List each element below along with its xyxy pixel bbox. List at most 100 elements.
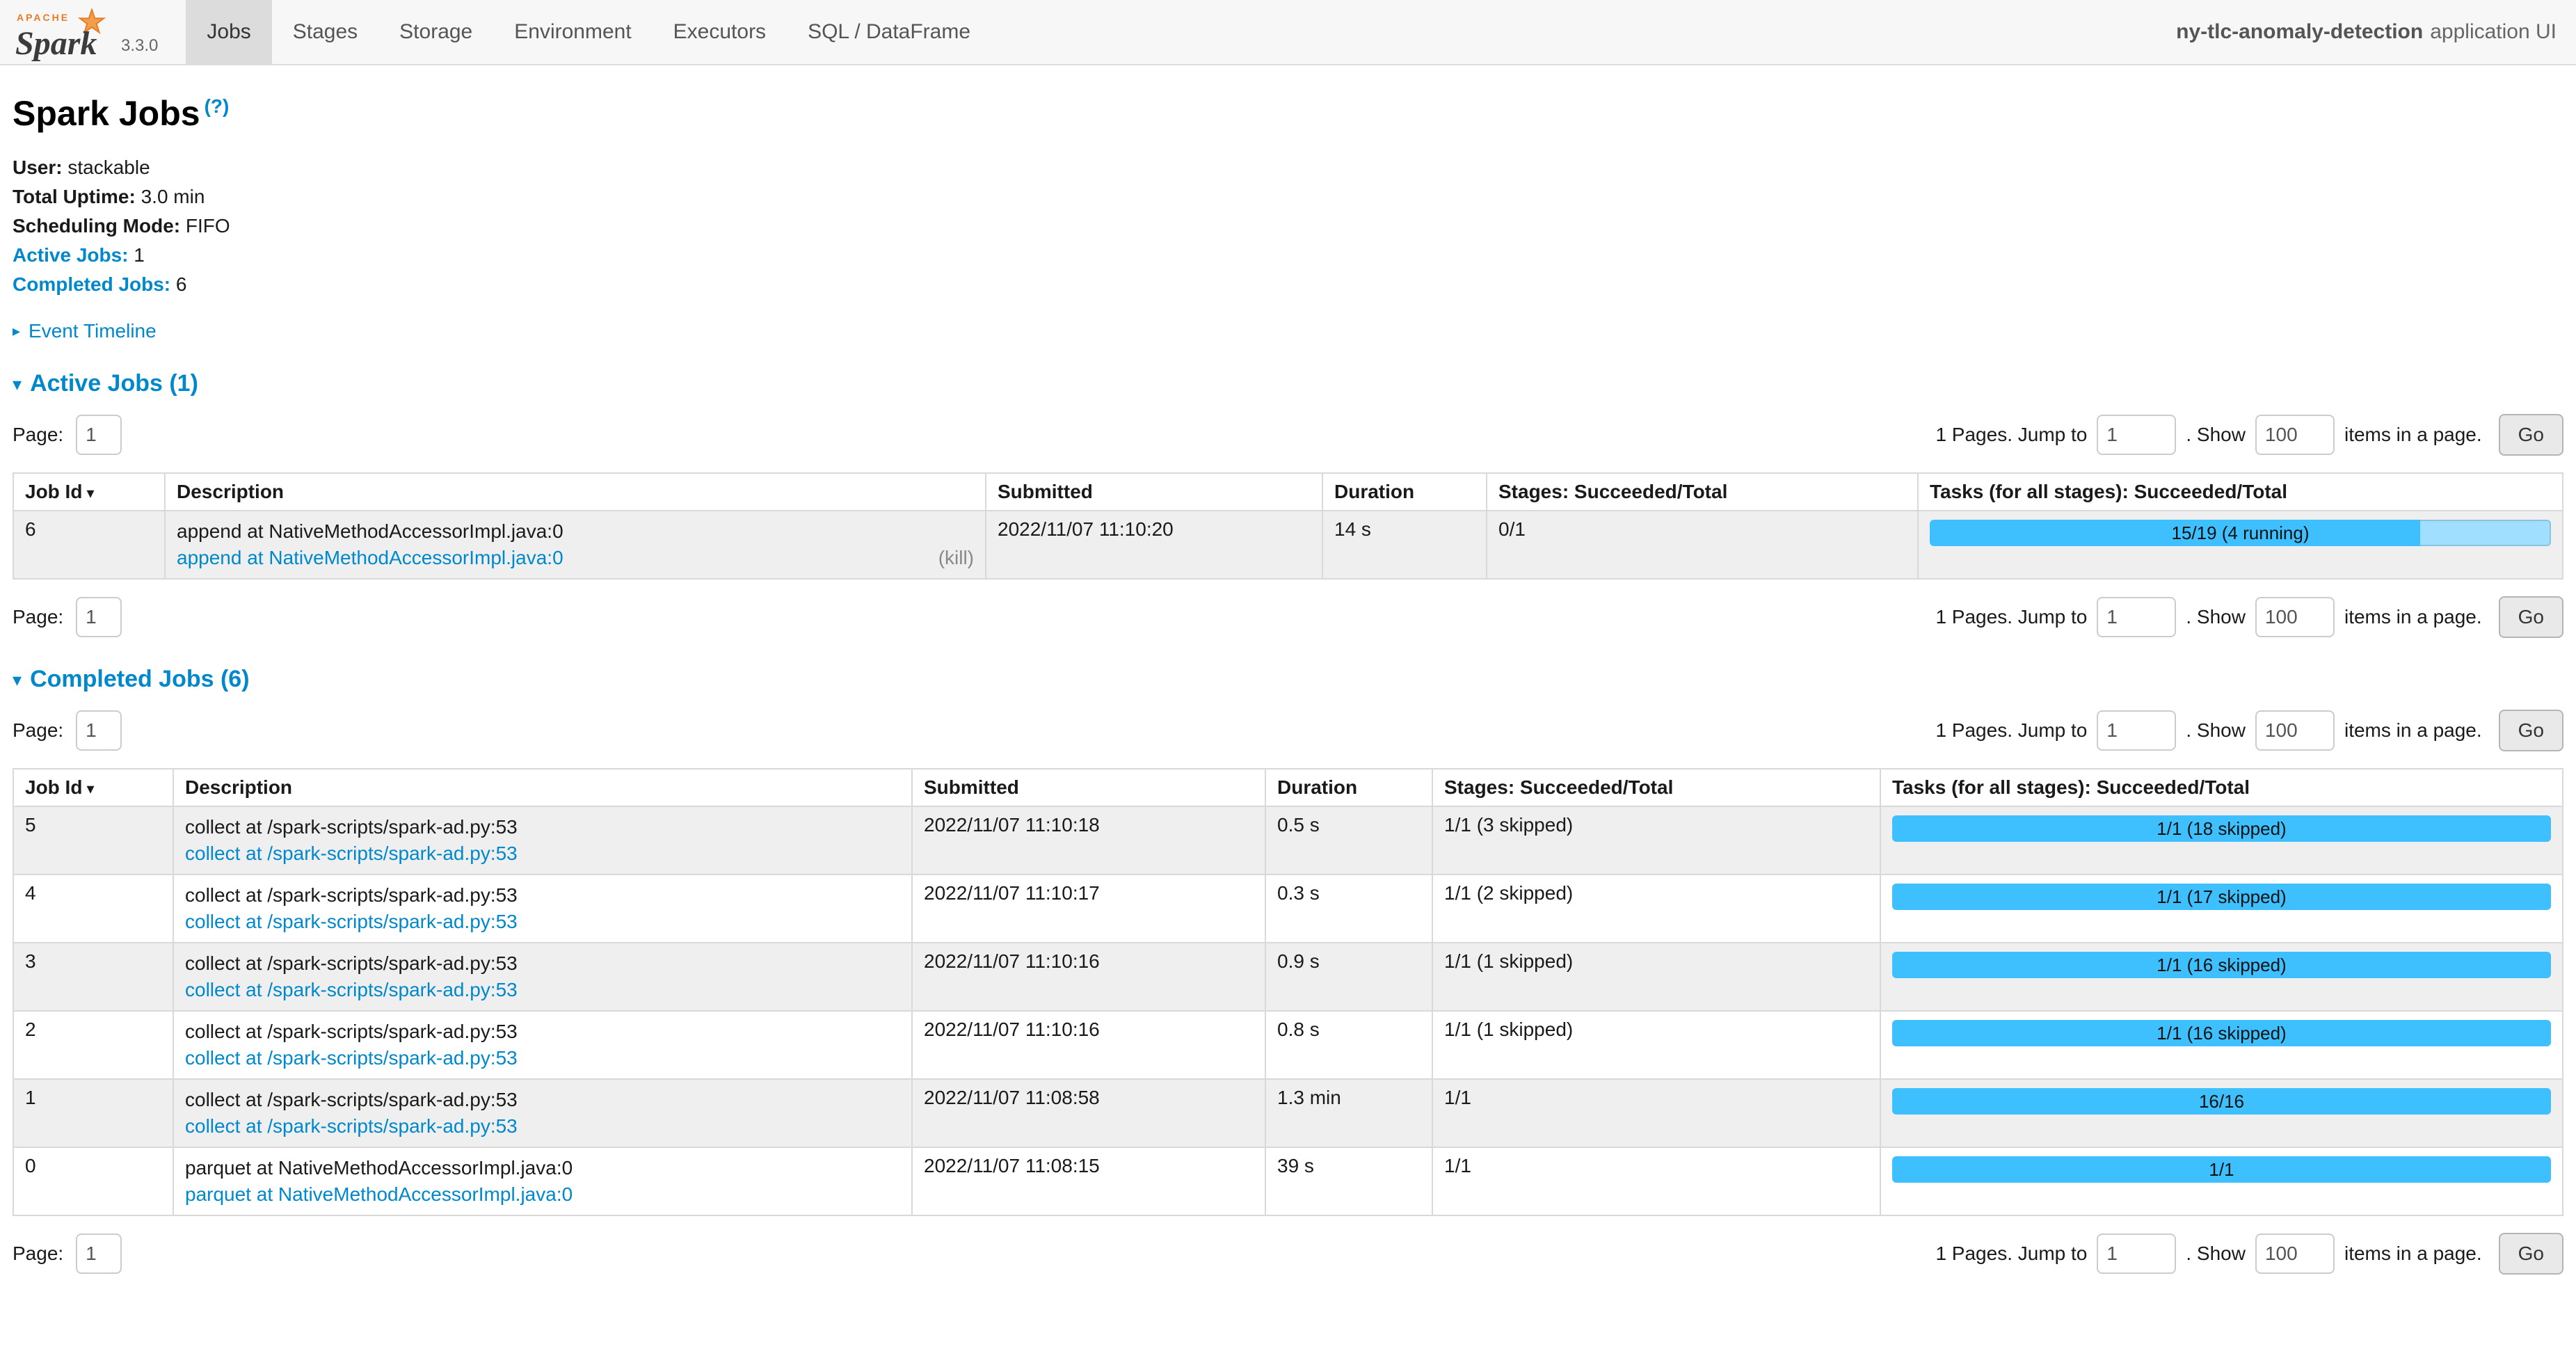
show-items-input[interactable] <box>2255 710 2335 751</box>
go-button[interactable]: Go <box>2499 596 2563 638</box>
pagination-active-bottom: Page: 1 Pages. Jump to . Show items in a… <box>13 596 2563 638</box>
submitted-cell: 2022/11/07 11:08:58 <box>912 1079 1265 1147</box>
table-header-row: Job Id▾ Description Submitted Duration S… <box>13 473 2563 511</box>
col-header-job-id[interactable]: Job Id▾ <box>13 769 173 806</box>
go-button[interactable]: Go <box>2499 710 2563 751</box>
tasks-cell: 1/1 (18 skipped) <box>1880 806 2563 875</box>
jump-to-input[interactable] <box>2097 597 2176 637</box>
job-detail-link[interactable]: parquet at NativeMethodAccessorImpl.java… <box>185 1181 573 1208</box>
progress-label: 1/1 (17 skipped) <box>1892 884 2551 910</box>
duration-cell: 14 s <box>1322 511 1487 579</box>
kill-link[interactable]: (kill) <box>938 545 974 571</box>
page-label: Page: <box>13 424 63 446</box>
sort-desc-icon: ▾ <box>86 780 94 797</box>
tab-executors[interactable]: Executors <box>653 0 787 64</box>
job-detail-link[interactable]: collect at /spark-scripts/spark-ad.py:53 <box>185 977 518 1003</box>
go-button[interactable]: Go <box>2499 414 2563 456</box>
tab-environment[interactable]: Environment <box>493 0 652 64</box>
page-label: Page: <box>13 1243 63 1265</box>
col-header-description[interactable]: Description <box>173 769 912 806</box>
job-detail-link[interactable]: collect at /spark-scripts/spark-ad.py:53 <box>185 909 518 935</box>
page-input[interactable] <box>76 597 122 637</box>
caret-down-icon: ▾ <box>13 671 22 689</box>
items-text: items in a page. <box>2344 424 2482 446</box>
stages-cell: 1/1 (2 skipped) <box>1432 875 1880 943</box>
job-detail-link[interactable]: append at NativeMethodAccessorImpl.java:… <box>177 545 563 571</box>
summary-active-jobs: Active Jobs: 1 <box>13 241 2563 270</box>
col-header-description[interactable]: Description <box>165 473 986 511</box>
tab-stages[interactable]: Stages <box>272 0 378 64</box>
application-ui-suffix: application UI <box>2430 20 2557 44</box>
submitted-cell: 2022/11/07 11:10:18 <box>912 806 1265 875</box>
col-header-submitted[interactable]: Submitted <box>912 769 1265 806</box>
svg-text:Spark: Spark <box>15 25 97 61</box>
show-items-input[interactable] <box>2255 597 2335 637</box>
go-button[interactable]: Go <box>2499 1233 2563 1275</box>
submitted-cell: 2022/11/07 11:10:20 <box>986 511 1322 579</box>
progress-label: 16/16 <box>1892 1088 2551 1115</box>
stages-cell: 1/1 (3 skipped) <box>1432 806 1880 875</box>
navbar: APACHE Spark 3.3.0 Jobs Stages Storage E… <box>0 0 2576 65</box>
main-content: Spark Jobs(?) User: stackable Total Upti… <box>0 65 2576 1302</box>
page-input[interactable] <box>76 1234 122 1274</box>
show-text: . Show <box>2186 1243 2246 1265</box>
active-jobs-title: Active Jobs (1) <box>30 370 198 397</box>
col-header-tasks[interactable]: Tasks (for all stages): Succeeded/Total <box>1918 473 2563 511</box>
completed-jobs-header[interactable]: ▾ Completed Jobs (6) <box>13 666 2563 693</box>
help-link[interactable]: (?) <box>205 95 230 117</box>
page-label: Page: <box>13 719 63 742</box>
col-header-stages[interactable]: Stages: Succeeded/Total <box>1432 769 1880 806</box>
summary-user: User: stackable <box>13 153 2563 182</box>
tasks-cell: 1/1 (16 skipped) <box>1880 943 2563 1011</box>
tasks-progress-bar: 1/1 (17 skipped) <box>1892 884 2551 910</box>
jump-to-input[interactable] <box>2097 415 2176 455</box>
table-row: 6 append at NativeMethodAccessorImpl.jav… <box>13 511 2563 579</box>
col-header-submitted[interactable]: Submitted <box>986 473 1322 511</box>
page-label: Page: <box>13 606 63 628</box>
tab-sql-dataframe[interactable]: SQL / DataFrame <box>787 0 991 64</box>
table-header-row: Job Id▾ Description Submitted Duration S… <box>13 769 2563 806</box>
spark-logo[interactable]: APACHE Spark 3.3.0 <box>14 0 163 64</box>
duration-cell: 1.3 min <box>1265 1079 1432 1147</box>
description-cell: parquet at NativeMethodAccessorImpl.java… <box>173 1147 912 1215</box>
stages-cell: 1/1 (1 skipped) <box>1432 943 1880 1011</box>
stages-cell: 1/1 <box>1432 1079 1880 1147</box>
tasks-cell: 1/1 (16 skipped) <box>1880 1011 2563 1079</box>
tab-jobs[interactable]: Jobs <box>186 0 271 64</box>
completed-jobs-link[interactable]: Completed Jobs: <box>13 273 170 295</box>
col-header-tasks[interactable]: Tasks (for all stages): Succeeded/Total <box>1880 769 2563 806</box>
show-items-input[interactable] <box>2255 1234 2335 1274</box>
completed-jobs-title: Completed Jobs (6) <box>30 666 249 693</box>
job-detail-link[interactable]: collect at /spark-scripts/spark-ad.py:53 <box>185 1045 518 1071</box>
col-header-duration[interactable]: Duration <box>1322 473 1487 511</box>
table-row: 2 collect at /spark-scripts/spark-ad.py:… <box>13 1011 2563 1079</box>
col-header-job-id[interactable]: Job Id▾ <box>13 473 165 511</box>
items-text: items in a page. <box>2344 606 2482 628</box>
active-jobs-header[interactable]: ▾ Active Jobs (1) <box>13 370 2563 397</box>
description-cell: collect at /spark-scripts/spark-ad.py:53… <box>173 943 912 1011</box>
col-header-duration[interactable]: Duration <box>1265 769 1432 806</box>
submitted-cell: 2022/11/07 11:10:17 <box>912 875 1265 943</box>
job-id-cell: 5 <box>13 806 173 875</box>
application-name: ny-tlc-anomaly-detection <box>2176 20 2423 44</box>
stages-cell: 0/1 <box>1487 511 1918 579</box>
submitted-cell: 2022/11/07 11:10:16 <box>912 1011 1265 1079</box>
table-row: 0 parquet at NativeMethodAccessorImpl.ja… <box>13 1147 2563 1215</box>
job-detail-link[interactable]: collect at /spark-scripts/spark-ad.py:53 <box>185 1113 518 1140</box>
duration-cell: 39 s <box>1265 1147 1432 1215</box>
job-detail-link[interactable]: collect at /spark-scripts/spark-ad.py:53 <box>185 840 518 867</box>
tab-storage[interactable]: Storage <box>378 0 493 64</box>
col-header-stages[interactable]: Stages: Succeeded/Total <box>1487 473 1918 511</box>
show-items-input[interactable] <box>2255 415 2335 455</box>
jump-to-input[interactable] <box>2097 710 2176 751</box>
active-jobs-link[interactable]: Active Jobs: <box>13 244 129 266</box>
jump-to-input[interactable] <box>2097 1234 2176 1274</box>
progress-label: 1/1 (16 skipped) <box>1892 1020 2551 1046</box>
table-row: 5 collect at /spark-scripts/spark-ad.py:… <box>13 806 2563 875</box>
event-timeline-toggle[interactable]: ▸ Event Timeline <box>13 320 2563 342</box>
page-input[interactable] <box>76 415 122 455</box>
duration-cell: 0.3 s <box>1265 875 1432 943</box>
page-input[interactable] <box>76 710 122 751</box>
tasks-progress-bar: 1/1 (16 skipped) <box>1892 1020 2551 1046</box>
description-cell: collect at /spark-scripts/spark-ad.py:53… <box>173 806 912 875</box>
